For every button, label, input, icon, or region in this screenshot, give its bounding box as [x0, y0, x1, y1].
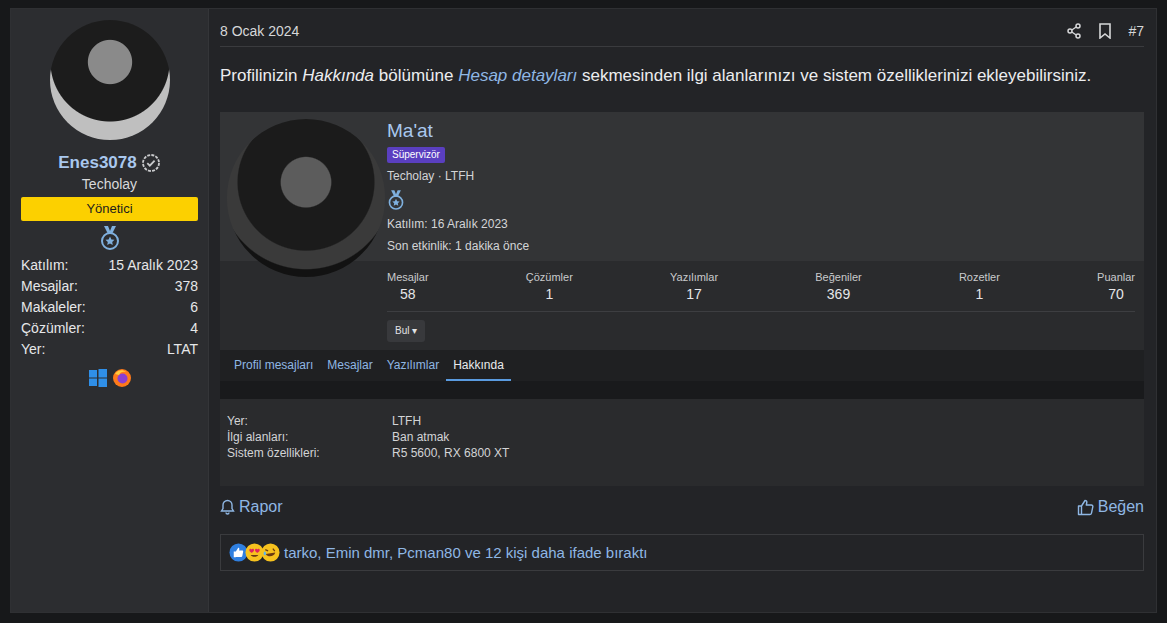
bell-icon	[220, 499, 235, 515]
about-row: Sistem özellikleri:R5 5600, RX 6800 XT	[227, 445, 1137, 461]
profile-stat: Puanlar70	[1097, 270, 1135, 303]
profile-subtitle: Techolay · LTFH	[387, 167, 1135, 185]
user-title: Techolay	[21, 174, 198, 194]
user-stat-row: Katılım: 15 Aralık 2023	[21, 255, 198, 276]
verified-icon	[141, 153, 161, 173]
profile-tab: Mesajlar	[320, 350, 379, 381]
stat-value: 6	[190, 297, 198, 318]
profile-stat: Çözümler1	[526, 270, 573, 303]
report-button[interactable]: Rapor	[220, 495, 283, 519]
profile-stat: Mesajlar58	[387, 270, 429, 303]
body-link[interactable]: Hesap detayları	[458, 66, 577, 85]
find-button: Bul ▾	[387, 320, 425, 342]
reactions-bar: tarko, Emin dmr, Pcman80 ve 12 kişi daha…	[220, 534, 1144, 571]
user-avatar[interactable]	[50, 20, 170, 140]
stat-label: Katılım:	[21, 255, 68, 276]
stat-value: 378	[175, 276, 198, 297]
user-stat-row: Mesajlar: 378	[21, 276, 198, 297]
profile-joined: Katılım: 16 Aralık 2023	[387, 215, 1135, 233]
profile-stat: Beğeniler369	[815, 270, 861, 303]
profile-screenshot: Ma'at Süpervizör Techolay · LTFH Katılım…	[220, 112, 1144, 486]
bookmark-icon[interactable]	[1098, 23, 1112, 39]
body-text: Profilinizin	[220, 66, 302, 85]
like-button[interactable]: Beğen	[1077, 495, 1144, 519]
body-text: sekmesinden ilgi alanlarınızı ve sistem …	[577, 66, 1091, 85]
like-reaction-icon[interactable]	[229, 543, 248, 562]
body-text: Hakkında	[302, 66, 374, 85]
stat-value: 4	[190, 318, 198, 339]
stat-label: Çözümler:	[21, 318, 85, 339]
reactions-summary[interactable]: tarko, Emin dmr, Pcman80 ve 12 kişi daha…	[284, 542, 648, 563]
stat-value: 15 Aralık 2023	[108, 255, 198, 276]
laugh-reaction-icon[interactable]	[261, 543, 280, 562]
profile-last-seen: Son etkinlik: 1 dakika önce	[387, 237, 1135, 255]
post-date[interactable]: 8 Ocak 2024	[220, 19, 299, 43]
profile-avatar	[227, 119, 385, 277]
firefox-icon	[112, 368, 132, 388]
user-stat-row: Yer: LTAT	[21, 339, 198, 360]
stat-value: LTAT	[167, 339, 198, 360]
share-icon[interactable]	[1066, 23, 1082, 39]
profile-role: Süpervizör	[387, 147, 445, 163]
profile-tab: Profil mesajları	[227, 350, 320, 381]
medal-icon[interactable]	[21, 225, 198, 251]
post-body: Profilinizin Hakkında bölümüne Hesap det…	[220, 63, 1144, 89]
about-row: Yer:LTFH	[227, 413, 1137, 429]
stat-label: Yer:	[21, 339, 45, 360]
about-row: İlgi alanları:Ban atmak	[227, 429, 1137, 445]
user-sidebar: Enes3078 Techolay Yönetici Katılım: 15 Ar…	[11, 9, 209, 612]
user-stat-row: Makaleler: 6	[21, 297, 198, 318]
role-banner: Yönetici	[21, 197, 198, 221]
profile-stat: Rozetler1	[959, 270, 1000, 303]
post-number[interactable]: #7	[1128, 19, 1144, 43]
forum-post: Enes3078 Techolay Yönetici Katılım: 15 Ar…	[10, 8, 1157, 613]
love-reaction-icon[interactable]	[245, 543, 264, 562]
profile-tab: Yazılımlar	[380, 350, 446, 381]
profile-stat: Yazılımlar17	[670, 270, 718, 303]
user-stat-row: Çözümler: 4	[21, 318, 198, 339]
thumbs-up-icon	[1077, 499, 1094, 516]
username[interactable]: Enes3078	[58, 152, 136, 174]
profile-tab: Hakkında	[446, 350, 511, 381]
stat-label: Makaleler:	[21, 297, 86, 318]
medal-icon	[387, 189, 1135, 211]
body-text: bölümüne	[374, 66, 458, 85]
profile-name: Ma'at	[387, 120, 1135, 142]
windows-icon	[88, 368, 108, 388]
stat-label: Mesajlar:	[21, 276, 78, 297]
